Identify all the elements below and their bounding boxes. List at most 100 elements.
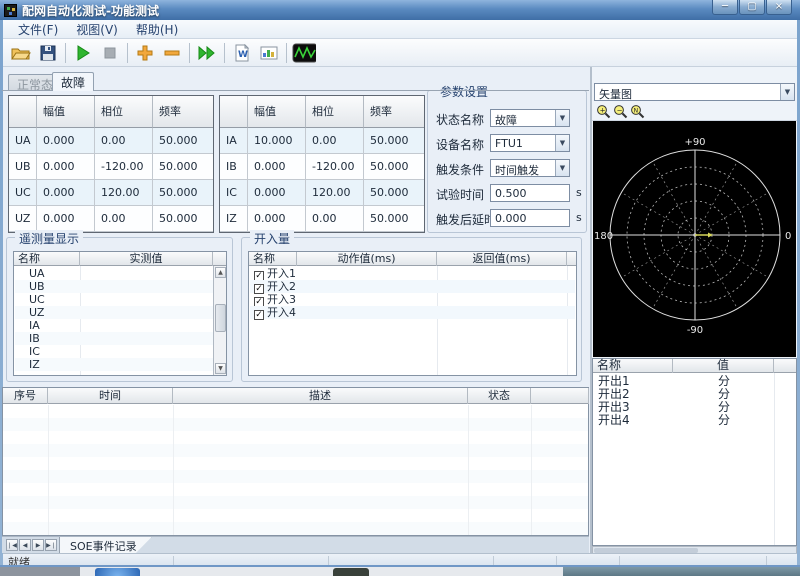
- column-header[interactable]: 状态: [468, 388, 531, 404]
- vertical-scrollbar[interactable]: ▲ ▼: [213, 266, 226, 375]
- list-item[interactable]: IZ: [15, 358, 225, 371]
- maximize-icon[interactable]: ▢: [739, 0, 765, 15]
- value-cell[interactable]: -120.00: [306, 154, 364, 180]
- list-item[interactable]: ✓ 开入2: [250, 280, 575, 294]
- add-icon[interactable]: [133, 41, 157, 65]
- dropdown-select[interactable]: FTU1 ▼: [490, 134, 570, 152]
- column-header[interactable]: 描述: [173, 388, 468, 404]
- text-input[interactable]: 0.000: [490, 209, 570, 227]
- list-item[interactable]: IA: [15, 319, 225, 332]
- list-item[interactable]: UA: [15, 267, 225, 280]
- value-cell[interactable]: 10.000: [248, 128, 306, 154]
- menu-item[interactable]: 视图(V): [67, 20, 127, 39]
- column-header[interactable]: [531, 388, 589, 404]
- list-item[interactable]: IB: [15, 332, 225, 345]
- menu-item[interactable]: 文件(F): [9, 20, 67, 39]
- list-item[interactable]: UC: [15, 293, 225, 306]
- list-item[interactable]: ✓ 开入4: [250, 306, 575, 320]
- value-cell[interactable]: 50.000: [153, 128, 213, 154]
- tab-soe-record[interactable]: SOE事件记录: [59, 537, 152, 554]
- param-settings-group: 参数设置 状态名称 故障 ▼ 设备名称 FTU1 ▼ 触发条件 时间触发 ▼ 试验时间 0.500 s…: [427, 83, 587, 233]
- unit-label: s: [576, 211, 582, 224]
- value-cell[interactable]: 50.000: [153, 180, 213, 206]
- value-cell[interactable]: 120.00: [95, 180, 153, 206]
- list-item[interactable]: ✓ 开入3: [250, 293, 575, 307]
- value-cell[interactable]: 0.000: [248, 206, 306, 232]
- column-header[interactable]: 名称: [249, 252, 297, 266]
- value-cell[interactable]: 50.000: [364, 206, 424, 232]
- value-cell[interactable]: 0.000: [37, 206, 95, 232]
- value-cell[interactable]: 0.000: [248, 154, 306, 180]
- start-icon[interactable]: [71, 41, 95, 65]
- value-cell[interactable]: 50.000: [153, 154, 213, 180]
- menu-item[interactable]: 帮助(H): [127, 20, 187, 39]
- dropdown-select[interactable]: 时间触发 ▼: [490, 159, 570, 177]
- dropdown-select[interactable]: 故障 ▼: [490, 109, 570, 127]
- value-cell[interactable]: 0.000: [37, 180, 95, 206]
- zoom-toolbar: + − N: [592, 103, 797, 121]
- column-header[interactable]: 名称: [14, 252, 80, 266]
- value-cell[interactable]: 120.00: [306, 180, 364, 206]
- column-header[interactable]: 返回值(ms): [437, 252, 567, 266]
- list-item[interactable]: ✓ 开入1: [250, 267, 575, 281]
- value-cell[interactable]: 0.00: [95, 128, 153, 154]
- column-header[interactable]: 时间: [48, 388, 173, 404]
- value-cell[interactable]: 50.000: [364, 128, 424, 154]
- graph-report-icon[interactable]: [257, 41, 281, 65]
- menu-bar: 文件(F) 视图(V) 帮助(H): [3, 20, 797, 39]
- save-icon[interactable]: [36, 41, 60, 65]
- prev-page-icon[interactable]: ◀: [19, 539, 31, 551]
- open-icon[interactable]: [9, 41, 33, 65]
- list-item[interactable]: UZ: [15, 306, 225, 319]
- column-header[interactable]: 序号: [3, 388, 48, 404]
- digital-output-list: 名称 值 开出1 分开出2 分开出3 分开出4 分: [592, 358, 797, 546]
- column-header[interactable]: 值: [673, 359, 774, 373]
- value-cell[interactable]: 0.00: [306, 128, 364, 154]
- remove-icon[interactable]: [160, 41, 184, 65]
- scrollbar-thumb[interactable]: [215, 304, 226, 332]
- word-report-icon[interactable]: W: [230, 41, 254, 65]
- zoom-reset-icon[interactable]: N: [629, 104, 646, 120]
- taskbar-dark-app-icon[interactable]: [333, 568, 369, 576]
- next-page-icon[interactable]: ▶: [32, 539, 44, 551]
- input-name: 开入2: [267, 280, 296, 293]
- value-cell[interactable]: -120.00: [95, 154, 153, 180]
- text-input[interactable]: 0.500: [490, 184, 570, 202]
- column-header[interactable]: 名称: [593, 359, 673, 373]
- scroll-up-icon[interactable]: ▲: [215, 267, 226, 278]
- zoom-out-icon[interactable]: −: [612, 104, 629, 120]
- stop-icon[interactable]: [98, 41, 122, 65]
- value-cell[interactable]: 0.00: [306, 206, 364, 232]
- list-item[interactable]: 开出4 分: [594, 414, 795, 427]
- zoom-in-icon[interactable]: +: [595, 104, 612, 120]
- tab-fault-state[interactable]: 故障: [52, 72, 95, 91]
- taskbar-blue-app-icon[interactable]: [95, 568, 140, 576]
- column-header[interactable]: 动作值(ms): [297, 252, 437, 266]
- close-icon[interactable]: ×: [766, 0, 792, 15]
- value-cell[interactable]: 50.000: [364, 180, 424, 206]
- telemetry-name: IB: [29, 332, 40, 345]
- checkbox[interactable]: ✓: [254, 310, 264, 320]
- column-header[interactable]: 实测值: [80, 252, 213, 266]
- param-field: 触发后延时 0.000 s: [436, 209, 584, 227]
- value-cell[interactable]: 0.000: [248, 180, 306, 206]
- fast-run-icon[interactable]: [195, 41, 219, 65]
- app-screen: 配网自动化测试-功能测试 ─ ▢ × 文件(F) 视图(V) 帮助(H) W 正…: [0, 0, 800, 576]
- selected-view: 矢量图: [599, 88, 632, 101]
- list-item[interactable]: IC: [15, 345, 225, 358]
- value-cell[interactable]: 0.000: [37, 128, 95, 154]
- value-cell[interactable]: 0.000: [37, 154, 95, 180]
- group-title: 参数设置: [436, 83, 493, 100]
- list-item[interactable]: UB: [15, 280, 225, 293]
- waveform-icon[interactable]: [292, 41, 316, 65]
- view-selector[interactable]: 矢量图 ▼: [594, 83, 795, 101]
- tab-label: 故障: [61, 76, 86, 90]
- value-cell[interactable]: 0.00: [95, 206, 153, 232]
- status-bar: 就绪: [3, 553, 797, 569]
- first-page-icon[interactable]: ❘◀: [6, 539, 18, 551]
- last-page-icon[interactable]: ▶❘: [45, 539, 57, 551]
- scroll-down-icon[interactable]: ▼: [215, 363, 226, 374]
- minimize-icon[interactable]: ─: [712, 0, 738, 15]
- value-cell[interactable]: 50.000: [364, 154, 424, 180]
- value-cell[interactable]: 50.000: [153, 206, 213, 232]
